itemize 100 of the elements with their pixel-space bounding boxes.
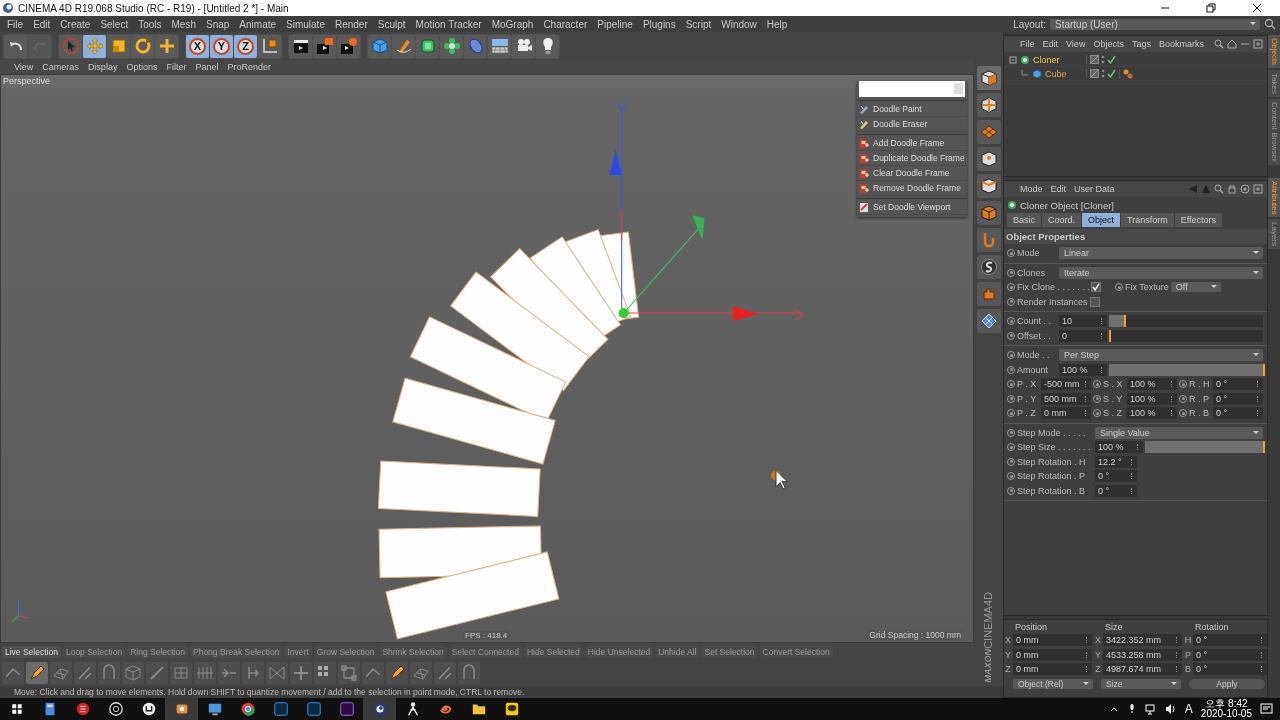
mesh-tool-button[interactable] — [218, 662, 240, 684]
mode-button[interactable] — [976, 147, 1001, 171]
mode-button[interactable] — [976, 66, 1001, 90]
side-tab[interactable]: Objects — [1268, 35, 1280, 69]
parameter-dropdown[interactable]: Iterate — [1059, 266, 1263, 279]
parameter-dropdown[interactable]: Per Step — [1059, 349, 1263, 362]
menu-item[interactable]: Pipeline — [592, 18, 638, 30]
mesh-tool-button[interactable] — [458, 662, 480, 684]
menu-item[interactable]: Character — [538, 18, 593, 30]
number-field[interactable]: 0 mm — [1041, 407, 1091, 420]
menu-item[interactable]: Snap — [201, 18, 235, 30]
number-field[interactable]: 100 % — [1127, 407, 1177, 420]
attribute-tab[interactable]: Coord. — [1042, 213, 1082, 227]
viewport-menu-item[interactable]: Options — [122, 62, 162, 72]
menu-item[interactable]: MoGraph — [486, 18, 539, 30]
viewport-menu-item[interactable]: Cameras — [38, 62, 83, 72]
manager-menu-item[interactable]: Edit — [1046, 184, 1071, 194]
side-tab[interactable]: Layers — [1268, 219, 1280, 250]
manager-menu-item[interactable]: Edit — [1038, 39, 1063, 49]
manager-menu-item[interactable]: File — [1016, 39, 1039, 49]
mesh-tool-button[interactable] — [338, 662, 360, 684]
taskbar-app-button[interactable] — [165, 698, 198, 720]
doodle-header-field[interactable] — [859, 81, 965, 97]
number-field[interactable]: 0 mm — [1013, 634, 1092, 647]
manager-menu-item[interactable]: Tags — [1127, 39, 1155, 49]
mesh-tool-button[interactable] — [74, 662, 96, 684]
mode-button[interactable] — [976, 93, 1001, 117]
collapse-icon[interactable] — [1009, 55, 1017, 64]
number-field[interactable]: 100 % — [1127, 392, 1177, 405]
manager-menu-item[interactable]: Mode — [1016, 184, 1047, 194]
menu-item[interactable]: Animate — [234, 18, 282, 30]
manager-menu-item[interactable]: View — [1062, 39, 1090, 49]
axis-lock-button[interactable]: X — [186, 34, 209, 58]
number-field[interactable]: 100 % — [1059, 363, 1107, 376]
slider-fill[interactable] — [1109, 315, 1127, 328]
number-field[interactable]: 100 % — [1127, 378, 1177, 391]
mesh-tool-button[interactable] — [146, 662, 168, 684]
coordinate-dropdown[interactable]: Object (Rel) — [1013, 678, 1093, 689]
number-field[interactable]: 0 ° — [1193, 663, 1267, 676]
number-field[interactable]: 100 % — [1095, 441, 1143, 454]
number-field[interactable]: 0 ° — [1095, 470, 1137, 483]
number-field[interactable]: 0 ° — [1193, 634, 1267, 647]
checkbox[interactable] — [1091, 282, 1101, 293]
slider-track[interactable] — [1109, 315, 1263, 328]
viewport-menu-item[interactable]: Panel — [191, 62, 223, 72]
mesh-tool-button[interactable] — [410, 662, 432, 684]
number-field[interactable]: 0 mm — [1013, 648, 1092, 661]
menu-item[interactable]: Select — [95, 18, 134, 30]
mesh-tool-button[interactable] — [50, 662, 72, 684]
parameter-dropdown[interactable]: Linear — [1059, 247, 1263, 260]
layout-dropdown[interactable]: Startup (User) — [1050, 18, 1260, 30]
selection-tool-button[interactable]: Live Selection — [2, 645, 61, 658]
number-field[interactable]: 500 mm — [1041, 392, 1091, 405]
checkbox[interactable] — [1089, 296, 1100, 307]
clock[interactable]: 오후 8:42 2020-10-05 — [1200, 699, 1252, 719]
number-field[interactable]: 10 — [1059, 315, 1107, 328]
axis-lock-button[interactable]: Y — [210, 34, 233, 58]
toolbar-button[interactable] — [289, 34, 312, 58]
number-field[interactable]: 0 ° — [1213, 407, 1263, 420]
viewport-menu-item[interactable]: ProRender — [223, 62, 275, 72]
mode-button[interactable] — [976, 255, 1001, 279]
mesh-tool-button[interactable] — [122, 662, 144, 684]
menu-item[interactable]: Mesh — [166, 18, 201, 30]
mesh-tool-button[interactable] — [290, 662, 312, 684]
toolbar-button[interactable] — [313, 34, 336, 58]
object-name[interactable]: Cloner — [1033, 54, 1083, 65]
menu-item[interactable]: Edit — [28, 18, 56, 30]
apply-button[interactable]: Apply — [1189, 678, 1265, 689]
toolbar-button[interactable] — [4, 34, 27, 58]
slider-track[interactable] — [1109, 329, 1263, 342]
viewport-menu-item[interactable]: Filter — [162, 62, 191, 72]
mode-button[interactable] — [976, 309, 1001, 333]
number-field[interactable]: 0 — [1059, 329, 1107, 342]
menu-item[interactable]: Script — [680, 18, 717, 30]
menu-item[interactable]: Create — [55, 18, 96, 30]
doodle-menu-item[interactable]: Doodle Eraser — [857, 117, 967, 132]
menu-item[interactable]: Help — [761, 18, 793, 30]
coordinate-dropdown[interactable]: Size — [1101, 678, 1181, 689]
viewport-menu-item[interactable]: View — [10, 62, 38, 72]
viewport-menu-item[interactable]: Display — [83, 62, 122, 72]
attribute-tab[interactable]: Basic — [1007, 213, 1041, 227]
attribute-tab[interactable]: Transform — [1121, 213, 1174, 227]
menu-item[interactable]: Sculpt — [372, 18, 411, 30]
mesh-tool-button[interactable] — [314, 662, 336, 684]
toolbar-button[interactable] — [536, 34, 559, 58]
axis-lock-button[interactable]: Z — [234, 34, 257, 58]
menu-item[interactable]: Simulate — [281, 18, 330, 30]
toolbar-button[interactable] — [337, 34, 360, 58]
manager-menu-item[interactable]: User Data — [1070, 184, 1119, 194]
number-field[interactable]: 0 ° — [1213, 392, 1263, 405]
parameter-dropdown[interactable]: Single Value — [1095, 426, 1263, 439]
toolbar-button[interactable] — [440, 34, 463, 58]
mesh-tool-button[interactable] — [2, 662, 24, 684]
menu-item[interactable]: Plugins — [637, 18, 681, 30]
taskbar-app-button[interactable] — [363, 698, 396, 720]
mesh-tool-button[interactable] — [434, 662, 456, 684]
menu-item[interactable]: File — [2, 18, 29, 30]
mesh-tool-button[interactable] — [386, 662, 408, 684]
toolbar-button[interactable] — [512, 34, 535, 58]
mode-button[interactable] — [976, 201, 1001, 225]
